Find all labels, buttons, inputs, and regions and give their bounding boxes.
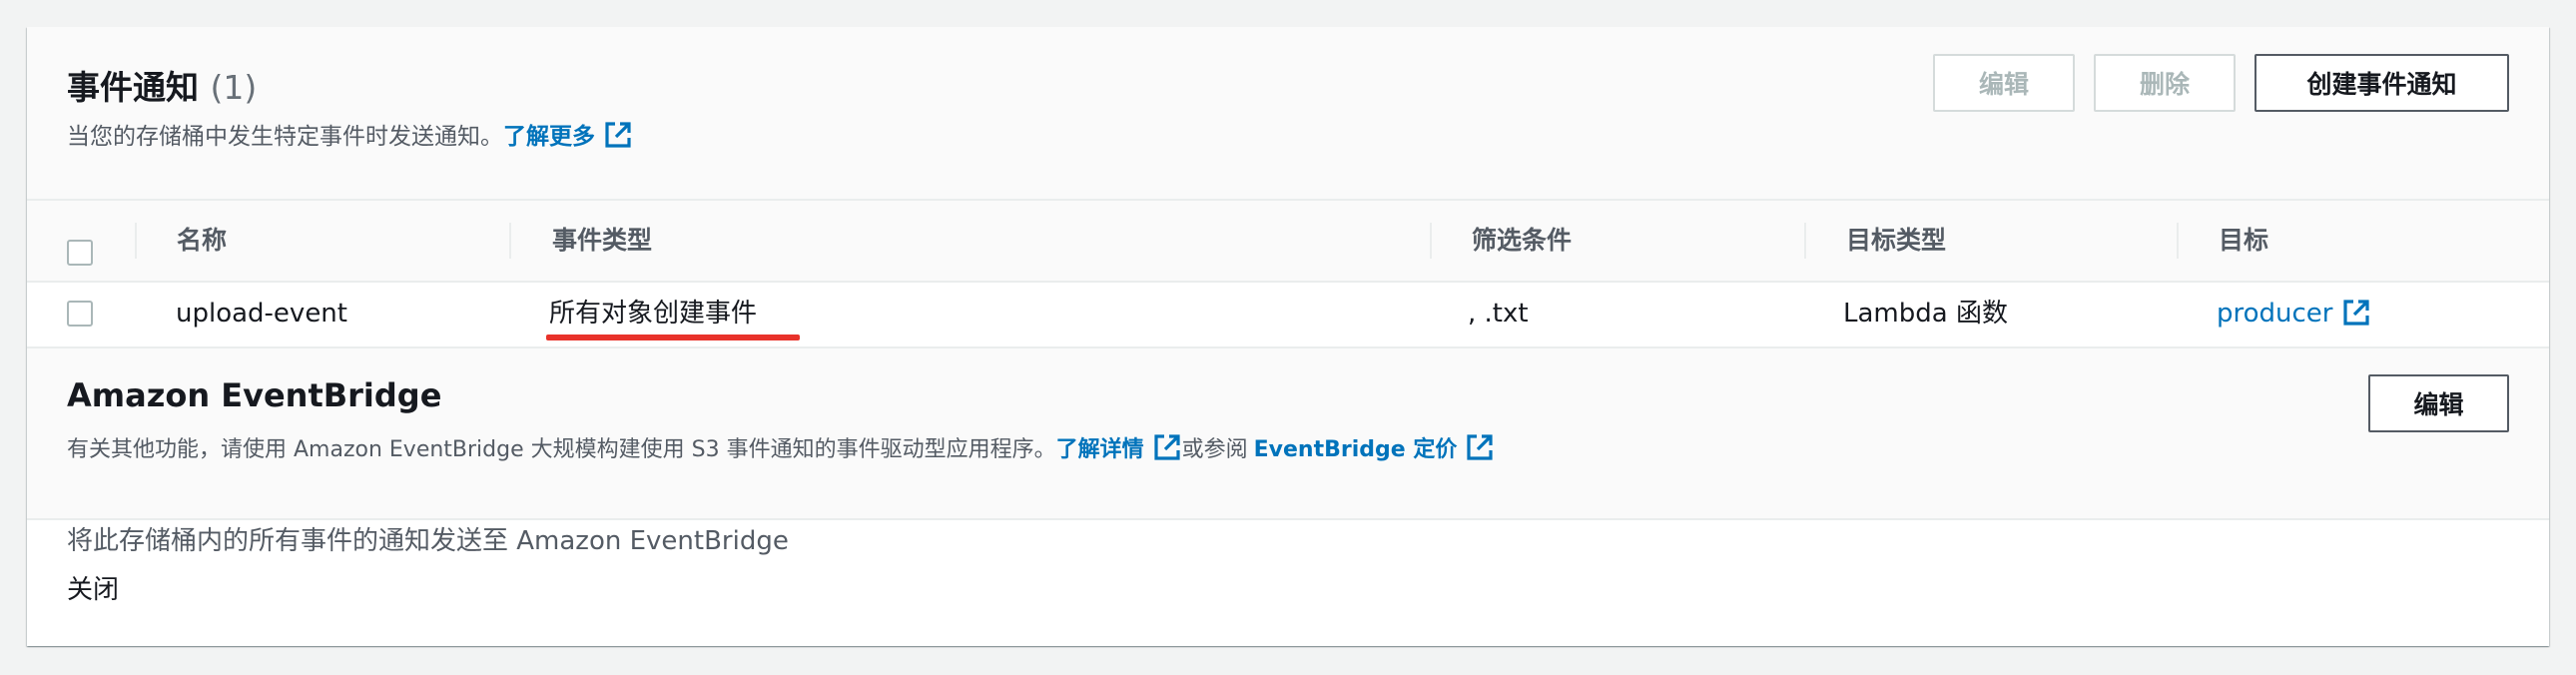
eventbridge-edit-button[interactable]: 编辑 xyxy=(2368,374,2509,432)
table-header: 名称 事件类型 筛选条件 目标类型 目标 xyxy=(27,201,2549,283)
cell-filter: , .txt xyxy=(1468,299,1529,329)
row-checkbox[interactable] xyxy=(67,301,93,327)
column-divider xyxy=(2177,223,2179,259)
event-notifications-header: 事件通知 (1) 当您的存储桶中发生特定事件时发送通知。了解更多 编辑 删除 创… xyxy=(27,27,2549,201)
select-all-checkbox[interactable] xyxy=(67,240,93,266)
column-header-destination[interactable]: 目标 xyxy=(2219,201,2268,281)
delete-button[interactable]: 删除 xyxy=(2094,54,2236,112)
red-underline-annotation xyxy=(546,335,800,340)
destination-link-label: producer xyxy=(2217,299,2333,329)
section-description-text: 当您的存储桶中发生特定事件时发送通知。 xyxy=(67,124,503,150)
learn-more-link[interactable]: 了解更多 xyxy=(503,122,633,150)
external-link-icon xyxy=(605,122,631,148)
edit-button[interactable]: 编辑 xyxy=(1933,54,2075,112)
external-link-icon xyxy=(1467,434,1493,460)
learn-more-label: 了解更多 xyxy=(503,124,595,150)
eventbridge-description: 有关其他功能，请使用 Amazon EventBridge 大规模构建使用 S3… xyxy=(67,431,1495,463)
eventbridge-pricing-link[interactable]: EventBridge 定价 xyxy=(1253,434,1496,462)
section-title-text: 事件通知 xyxy=(67,68,199,107)
create-event-notification-button[interactable]: 创建事件通知 xyxy=(2254,54,2509,112)
cell-destination: producer xyxy=(2217,283,2371,344)
column-divider xyxy=(509,223,511,259)
eventbridge-setting-value: 关闭 xyxy=(67,575,120,605)
destination-link[interactable]: producer xyxy=(2217,299,2371,329)
column-header-name[interactable]: 名称 xyxy=(177,201,227,281)
eventbridge-title: Amazon EventBridge xyxy=(67,376,442,414)
eventbridge-setting-label: 将此存储桶内的所有事件的通知发送至 Amazon EventBridge xyxy=(67,526,789,556)
cell-destination-type: Lambda 函数 xyxy=(1843,299,2008,329)
table-row[interactable]: upload-event 所有对象创建事件 , .txt Lambda 函数 p… xyxy=(27,283,2549,344)
section-description: 当您的存储桶中发生特定事件时发送通知。了解更多 xyxy=(67,117,633,151)
external-link-icon xyxy=(2342,300,2369,326)
notification-count: (1) xyxy=(210,68,258,107)
eventbridge-header: Amazon EventBridge 有关其他功能，请使用 Amazon Eve… xyxy=(27,346,2549,520)
column-divider xyxy=(135,223,137,259)
column-header-filter[interactable]: 筛选条件 xyxy=(1472,201,1572,281)
cell-name: upload-event xyxy=(176,299,347,329)
column-header-destination-type[interactable]: 目标类型 xyxy=(1846,201,1946,281)
external-link-icon xyxy=(1154,434,1180,460)
column-header-event-type[interactable]: 事件类型 xyxy=(552,201,652,281)
column-divider xyxy=(1804,223,1806,259)
learn-details-link[interactable]: 了解详情 xyxy=(1055,434,1182,462)
section-title: 事件通知 (1) xyxy=(67,61,257,109)
eventbridge-pricing-label: EventBridge 定价 xyxy=(1253,437,1458,462)
eventbridge-description-text: 有关其他功能，请使用 Amazon EventBridge 大规模构建使用 S3… xyxy=(67,437,1056,462)
event-notifications-panel: 事件通知 (1) 当您的存储桶中发生特定事件时发送通知。了解更多 编辑 删除 创… xyxy=(27,27,2549,646)
or-see-text: 或参阅 xyxy=(1181,437,1248,462)
column-divider xyxy=(1430,223,1432,259)
learn-details-label: 了解详情 xyxy=(1055,437,1144,462)
